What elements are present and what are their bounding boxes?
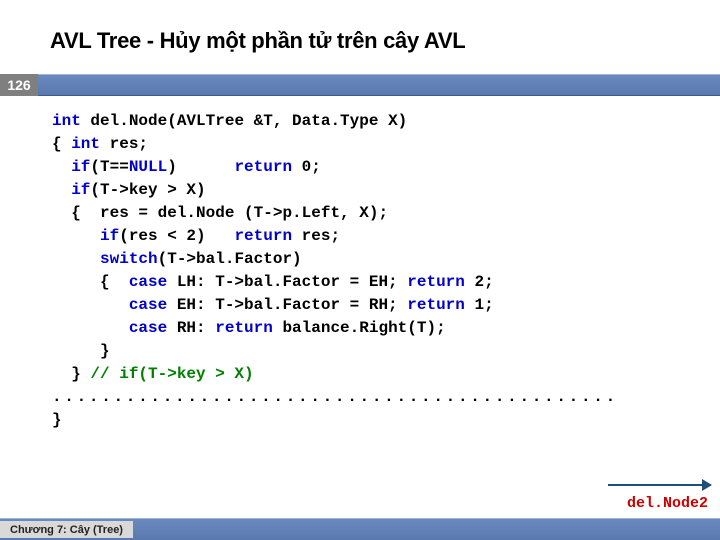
closing-brace: }	[0, 409, 720, 432]
code-block: int del.Node(AVLTree &T, Data.Type X) { …	[0, 96, 720, 386]
titlebar-fill	[38, 74, 720, 96]
link-action[interactable]: del.Node2	[608, 478, 712, 510]
code-text: }	[52, 342, 110, 360]
code-text: 1;	[465, 296, 494, 314]
arrow-line	[608, 484, 706, 486]
code-text: balance.Right(T);	[273, 319, 446, 337]
comment: // if(T->key > X)	[90, 365, 253, 383]
kw-if: if	[71, 181, 90, 199]
code-text: RH:	[167, 319, 215, 337]
footer-bar: Chương 7: Cây (Tree)	[0, 518, 720, 540]
code-text: (T->bal.Factor)	[158, 250, 302, 268]
code-text: del.Node(AVLTree &T, Data.Type X)	[81, 112, 407, 130]
code-text: EH: T->bal.Factor = RH;	[167, 296, 407, 314]
code-text: (res < 2)	[119, 227, 234, 245]
kw-int: int	[71, 135, 100, 153]
kw-if: if	[100, 227, 119, 245]
code-text: LH: T->bal.Factor = EH;	[167, 273, 407, 291]
code-text	[52, 296, 129, 314]
code-text: 0;	[292, 158, 321, 176]
footer-text: Chương 7: Cây (Tree)	[0, 521, 133, 538]
kw-int: int	[52, 112, 81, 130]
link-label: del.Node2	[627, 495, 708, 512]
kw-return: return	[234, 158, 292, 176]
code-text: }	[52, 365, 90, 383]
kw-return: return	[234, 227, 292, 245]
kw-return: return	[407, 296, 465, 314]
code-text: res;	[100, 135, 148, 153]
kw-case: case	[129, 296, 167, 314]
code-text: (T==	[90, 158, 128, 176]
code-text: {	[52, 273, 129, 291]
code-text: {	[52, 135, 71, 153]
code-text: res;	[292, 227, 340, 245]
titlebar: 126	[0, 74, 720, 96]
kw-if: if	[71, 158, 90, 176]
code-text	[52, 158, 71, 176]
code-text: 2;	[465, 273, 494, 291]
slide-title: AVL Tree - Hủy một phần tử trên cây AVL	[0, 0, 720, 54]
page-number: 126	[0, 74, 38, 96]
kw-return: return	[215, 319, 273, 337]
kw-return: return	[407, 273, 465, 291]
code-text	[52, 181, 71, 199]
kw-case: case	[129, 319, 167, 337]
code-text	[52, 319, 129, 337]
code-text	[52, 250, 100, 268]
code-text: { res = del.Node (T->p.Left, X);	[52, 204, 388, 222]
kw-case: case	[129, 273, 167, 291]
kw-switch: switch	[100, 250, 158, 268]
code-text	[52, 227, 100, 245]
arrow-right-icon	[702, 479, 712, 491]
code-text: (T->key > X)	[90, 181, 205, 199]
kw-null: NULL	[129, 158, 167, 176]
ellipsis-line: ........................................…	[0, 386, 720, 409]
code-text: )	[167, 158, 234, 176]
